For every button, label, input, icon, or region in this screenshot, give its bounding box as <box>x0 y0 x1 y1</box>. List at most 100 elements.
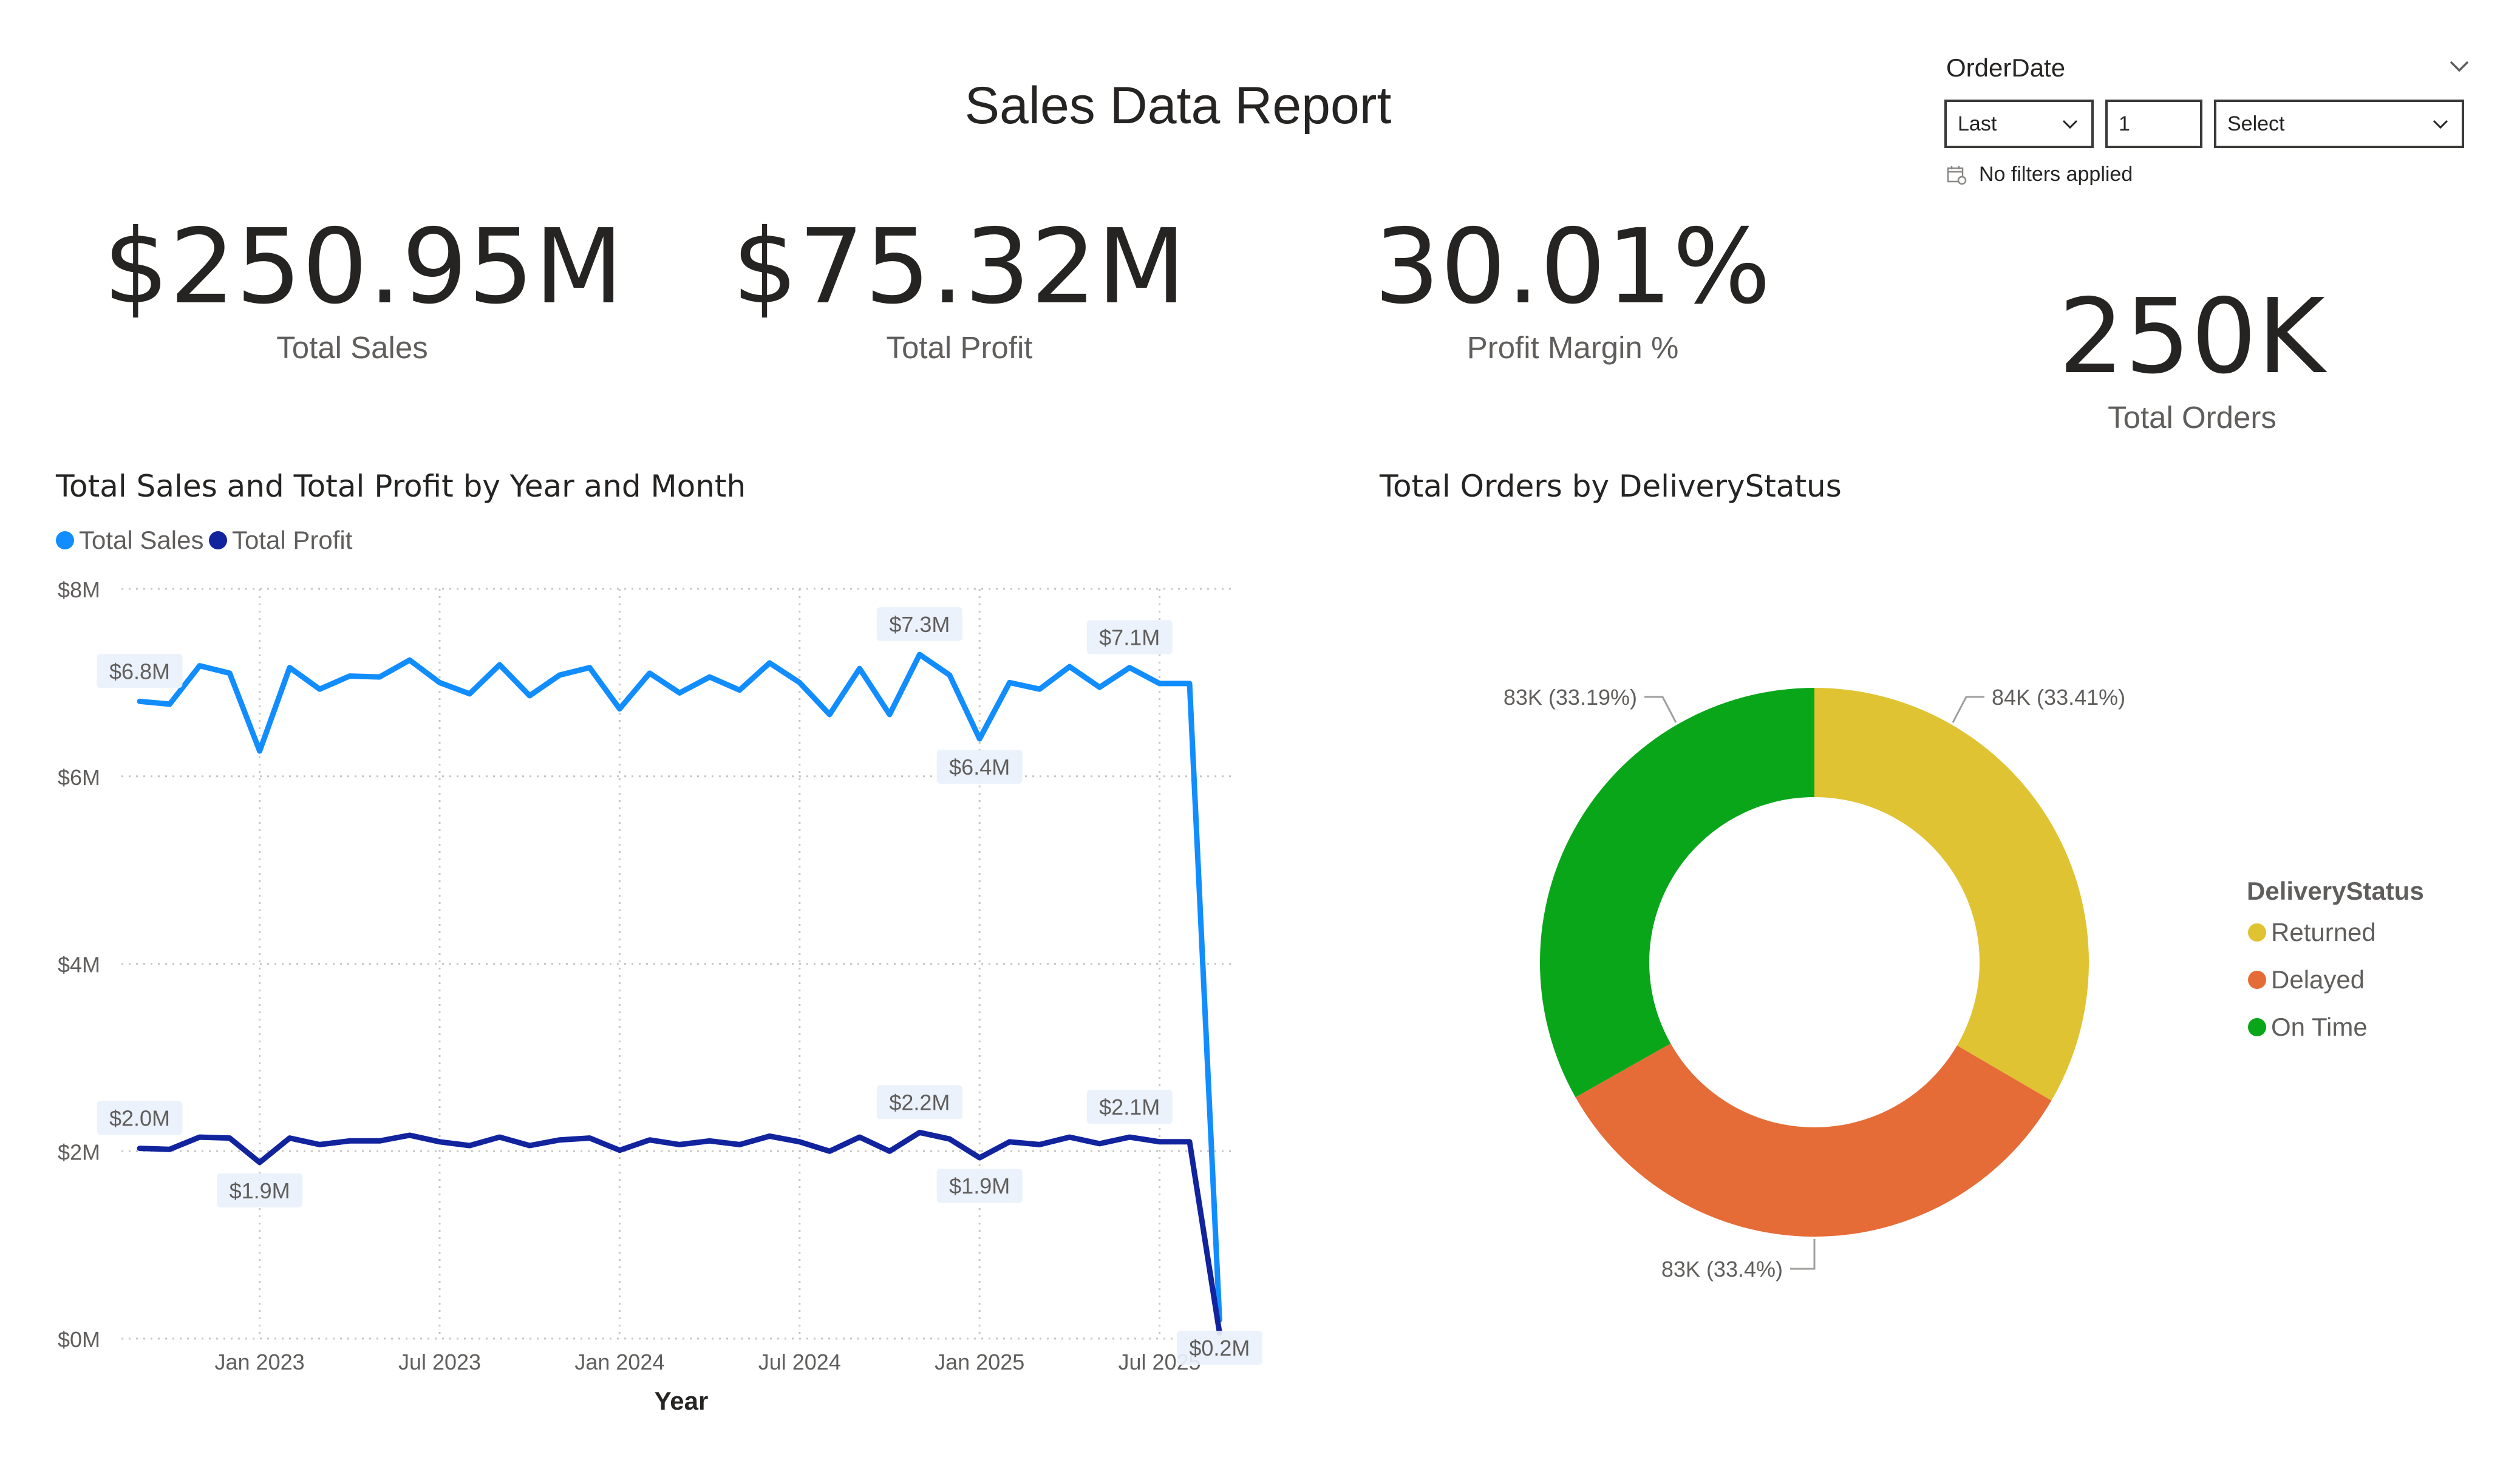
slicer-unit-dropdown[interactable]: Select <box>2214 100 2464 148</box>
donut-slice-delayed[interactable] <box>1575 1043 2052 1237</box>
data-point[interactable] <box>857 1135 862 1139</box>
chevron-down-icon[interactable] <box>2447 55 2471 79</box>
data-point[interactable] <box>978 1156 982 1160</box>
data-point[interactable] <box>168 1147 172 1152</box>
data-point[interactable] <box>978 737 982 741</box>
series-line-total-sales[interactable] <box>137 651 1222 1323</box>
slicer-mode-dropdown[interactable]: Last <box>1944 100 2094 148</box>
data-point[interactable] <box>618 707 622 711</box>
data-point[interactable] <box>138 699 141 704</box>
data-point[interactable] <box>1157 1139 1162 1144</box>
slicer-status: No filters applied <box>1946 163 2133 186</box>
data-point[interactable] <box>438 681 441 685</box>
data-point[interactable] <box>588 665 591 670</box>
data-point[interactable] <box>678 1143 682 1147</box>
data-point[interactable] <box>407 658 412 662</box>
data-label: $2.1M <box>1099 1095 1160 1119</box>
data-point[interactable] <box>528 1143 532 1147</box>
data-point[interactable] <box>1038 687 1041 691</box>
legend-item-on-time[interactable]: On Time <box>2248 1013 2368 1042</box>
data-point[interactable] <box>1068 1135 1072 1139</box>
donut-data-label: 83K (33.19%) <box>1503 685 1637 710</box>
legend-item-total-profit[interactable]: Total Profit <box>209 526 352 555</box>
data-point[interactable] <box>588 1136 591 1140</box>
data-point[interactable] <box>288 665 291 670</box>
data-point[interactable] <box>557 1138 562 1142</box>
data-point[interactable] <box>618 1148 622 1152</box>
data-point[interactable] <box>947 1137 952 1141</box>
data-point[interactable] <box>1188 1139 1191 1144</box>
data-point[interactable] <box>1157 681 1162 685</box>
data-point[interactable] <box>828 1149 832 1153</box>
data-point[interactable] <box>228 671 232 675</box>
data-point[interactable] <box>138 1146 141 1150</box>
data-point[interactable] <box>1097 685 1102 690</box>
data-point[interactable] <box>888 712 891 716</box>
data-point[interactable] <box>468 1143 472 1147</box>
data-point[interactable] <box>647 1138 652 1142</box>
data-label: $0.2M <box>1189 1336 1250 1360</box>
data-point[interactable] <box>1068 665 1072 669</box>
data-point[interactable] <box>257 749 262 753</box>
data-point[interactable] <box>918 653 922 657</box>
data-point[interactable] <box>1097 1141 1102 1146</box>
data-point[interactable] <box>288 1136 291 1140</box>
data-point[interactable] <box>347 1139 352 1143</box>
data-point[interactable] <box>888 1149 891 1153</box>
data-point[interactable] <box>168 702 172 706</box>
data-point[interactable] <box>378 1139 382 1143</box>
legend-dot <box>56 531 74 549</box>
data-point[interactable] <box>797 1139 802 1144</box>
data-point[interactable] <box>1128 1135 1132 1139</box>
data-point[interactable] <box>1188 681 1191 685</box>
data-point[interactable] <box>438 1139 441 1144</box>
y-tick-label: $0M <box>58 1327 100 1352</box>
data-point[interactable] <box>497 1135 502 1139</box>
x-tick-label: Jan 2025 <box>935 1350 1024 1374</box>
leader-line <box>1644 696 1677 723</box>
data-point[interactable] <box>678 691 682 695</box>
data-point[interactable] <box>857 667 862 671</box>
data-point[interactable] <box>557 673 562 678</box>
data-point[interactable] <box>528 693 532 698</box>
legend-item-total-sales[interactable]: Total Sales <box>56 526 203 555</box>
slicer-count-input[interactable]: 1 <box>2105 100 2202 148</box>
data-point[interactable] <box>378 675 382 679</box>
data-point[interactable] <box>918 1130 922 1135</box>
data-point[interactable] <box>318 1143 322 1147</box>
data-point[interactable] <box>647 671 652 675</box>
kpi-total-sales: $250.95M Total Sales <box>103 216 624 365</box>
donut-slice-returned[interactable] <box>1814 688 2089 1101</box>
data-point[interactable] <box>797 681 802 685</box>
data-point[interactable] <box>947 673 952 678</box>
data-point[interactable] <box>497 663 502 667</box>
data-point[interactable] <box>1038 1143 1041 1147</box>
data-point[interactable] <box>1128 665 1132 670</box>
data-point[interactable] <box>228 1136 232 1140</box>
data-point[interactable] <box>257 1160 262 1164</box>
data-point[interactable] <box>738 1143 741 1147</box>
data-point[interactable] <box>1007 1139 1012 1144</box>
data-label: $1.9M <box>230 1178 290 1203</box>
data-point[interactable] <box>197 1135 202 1139</box>
data-point[interactable] <box>707 675 712 679</box>
chevron-down-icon <box>2433 120 2448 129</box>
data-point[interactable] <box>197 664 202 668</box>
data-point[interactable] <box>347 674 352 678</box>
legend-item-delayed[interactable]: Delayed <box>2248 965 2365 994</box>
series-line-total-profit[interactable] <box>137 1129 1222 1336</box>
data-point[interactable] <box>828 712 832 716</box>
line-chart[interactable]: $0M $2M $4M $6M $8M Jan 2023 Jul 2023 Jan 2024… <box>0 559 1281 1427</box>
data-point[interactable] <box>768 1134 772 1138</box>
data-point[interactable] <box>407 1133 412 1138</box>
legend-item-returned[interactable]: Returned <box>2248 918 2376 947</box>
data-point[interactable] <box>468 691 472 696</box>
donut-slice-on-time[interactable] <box>1540 688 1814 1098</box>
data-point[interactable] <box>318 687 322 691</box>
data-point[interactable] <box>707 1139 712 1143</box>
data-point[interactable] <box>768 661 772 665</box>
data-point[interactable] <box>738 688 741 692</box>
slicer-unit-value: Select <box>2227 112 2285 135</box>
donut-chart[interactable]: 84K (33.41%) 83K (33.4%) 83K (33.19%) <box>1445 637 2174 1317</box>
data-point[interactable] <box>1007 681 1012 685</box>
